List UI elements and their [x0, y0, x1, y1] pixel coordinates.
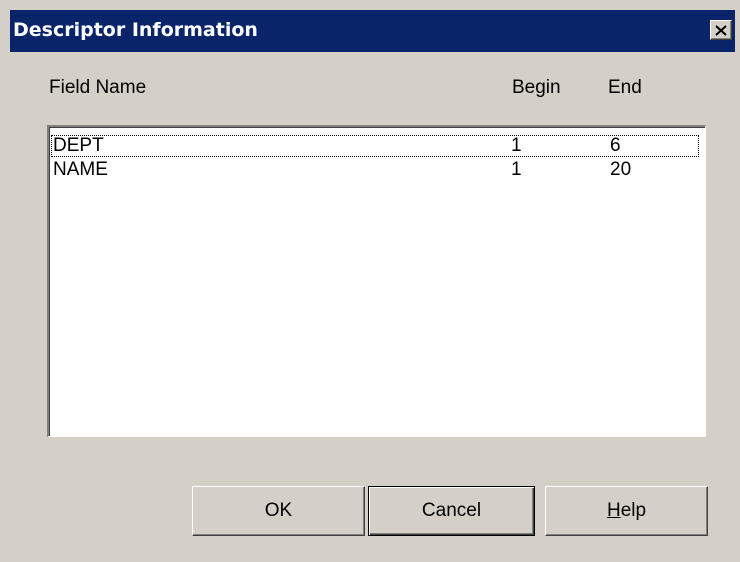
row-begin: 1 [511, 159, 522, 180]
ok-button-label: OK [264, 500, 293, 521]
column-header-begin: Begin [512, 77, 561, 98]
row-field-name: DEPT [53, 135, 104, 156]
cancel-button-label: Cancel [421, 500, 482, 521]
help-button[interactable]: Help [545, 486, 708, 536]
dialog-title: Descriptor Information [13, 19, 258, 41]
close-button[interactable] [710, 20, 732, 40]
title-bar[interactable]: Descriptor Information [10, 10, 735, 52]
cancel-button[interactable]: Cancel [368, 486, 535, 536]
row-field-name: NAME [53, 159, 108, 180]
ok-button[interactable]: OK [192, 486, 365, 536]
help-button-label: elp [620, 500, 647, 521]
help-button-mnemonic: H [606, 500, 621, 521]
row-begin: 1 [511, 135, 522, 156]
close-icon [715, 24, 727, 36]
row-end: 6 [610, 135, 621, 156]
list-row-dept[interactable]: DEPT 1 6 [51, 135, 699, 157]
list-row-name[interactable]: NAME 1 20 [51, 159, 699, 181]
descriptor-information-dialog: Descriptor Information Field Name Begin … [0, 0, 740, 562]
column-header-end: End [608, 77, 642, 98]
descriptor-list[interactable]: DEPT 1 6 NAME 1 20 [47, 125, 706, 437]
row-end: 20 [610, 159, 632, 180]
column-header-field-name: Field Name [49, 77, 147, 98]
